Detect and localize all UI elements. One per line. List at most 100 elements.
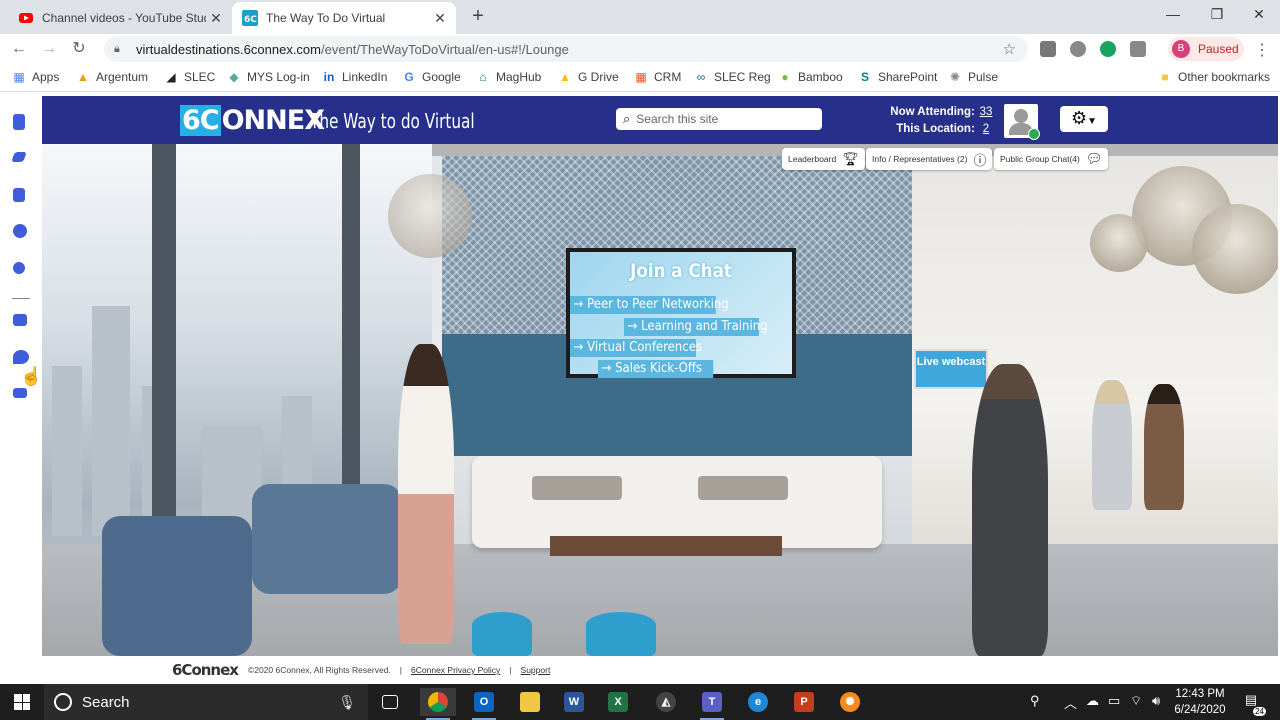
avatar-head bbox=[1014, 109, 1028, 123]
close-window-icon[interactable]: ✕ bbox=[1238, 0, 1280, 30]
site-logo[interactable]: 6C ONNEX bbox=[180, 105, 325, 136]
trophy-icon: 🏆︎ bbox=[842, 151, 859, 166]
menu-kebab-icon[interactable]: ⋮ bbox=[1254, 40, 1270, 60]
action-center-icon[interactable]: ▤ 24 bbox=[1240, 692, 1266, 716]
person-icon[interactable] bbox=[13, 262, 25, 274]
monitor-icon[interactable] bbox=[13, 388, 27, 398]
clock-time: 12:43 PM bbox=[1175, 688, 1225, 700]
separator: | bbox=[399, 665, 403, 675]
minimize-icon[interactable]: — bbox=[1152, 0, 1194, 30]
tab-the-way-to-do-virtual[interactable]: 6C The Way To Do Virtual ✕ bbox=[232, 2, 456, 34]
volume-icon[interactable]: 🔊︎ bbox=[1152, 693, 1160, 709]
outlook-taskbar-icon[interactable]: O bbox=[466, 688, 502, 720]
bookmark-google[interactable]: G Google bbox=[402, 70, 460, 84]
chevron-up-icon[interactable]: ︿ bbox=[1064, 693, 1077, 712]
settings-dropdown-button[interactable]: ⚙▼ bbox=[1060, 106, 1108, 132]
close-tab-icon[interactable]: ✕ bbox=[430, 10, 450, 27]
left-rail bbox=[0, 96, 42, 684]
profile-button[interactable]: B Paused bbox=[1168, 37, 1244, 61]
briefcase-icon[interactable] bbox=[13, 188, 25, 202]
cloud-tray-icon[interactable]: ☁ bbox=[1086, 693, 1099, 709]
document-icon[interactable] bbox=[13, 114, 25, 130]
bookmark-sharepoint[interactable]: S SharePoint bbox=[858, 70, 937, 84]
bookmark-maghub[interactable]: ⌂ MagHub bbox=[476, 70, 541, 84]
forward-arrow-icon[interactable]: → bbox=[38, 39, 60, 61]
bookmark-g-drive[interactable]: ▲ G Drive bbox=[558, 70, 619, 84]
bookmark-star-icon[interactable]: ☆ bbox=[1003, 40, 1016, 58]
bookmark-argentum[interactable]: ▲ Argentum bbox=[76, 70, 148, 84]
lock-icon[interactable]: 🔒︎ bbox=[114, 43, 128, 56]
extension-drive-icon[interactable] bbox=[1130, 41, 1146, 57]
restore-icon[interactable]: ❐ bbox=[1196, 0, 1238, 30]
tab-youtube-studio[interactable]: Channel videos - YouTube Studio ✕ bbox=[8, 2, 232, 34]
url-bar[interactable]: 🔒︎ virtualdestinations.6connex.com/event… bbox=[104, 36, 1028, 62]
person-woman bbox=[398, 344, 454, 644]
avatar: B bbox=[1172, 40, 1190, 58]
chrome-taskbar-icon[interactable] bbox=[420, 688, 456, 720]
file-explorer-icon[interactable] bbox=[512, 688, 548, 716]
taskbar-search[interactable]: Search 🎙︎ bbox=[44, 684, 368, 720]
mys-icon: ◆ bbox=[229, 70, 239, 84]
cortana-icon bbox=[54, 693, 72, 711]
join-a-chat-screen[interactable]: Join a Chat → Peer to Peer Networking → … bbox=[566, 248, 796, 378]
now-attending-count[interactable]: 33 bbox=[978, 104, 994, 121]
system-clock[interactable]: 12:43 PM 6/24/2020 bbox=[1168, 686, 1232, 718]
other-bookmarks[interactable]: ■ Other bookmarks bbox=[1158, 70, 1270, 84]
new-tab-button[interactable]: + bbox=[466, 4, 490, 28]
photos-taskbar-icon[interactable]: ◭ bbox=[648, 688, 684, 716]
bookmark-mys-log-in[interactable]: ◆ MYS Log-in bbox=[227, 70, 309, 84]
word-taskbar-icon[interactable]: W bbox=[556, 688, 592, 716]
excel-taskbar-icon[interactable]: X bbox=[600, 688, 636, 716]
people-icon[interactable] bbox=[13, 314, 27, 326]
powerpoint-taskbar-icon[interactable]: P bbox=[786, 688, 822, 716]
bookmark-bamboo[interactable]: ● Bamboo bbox=[778, 70, 842, 84]
battery-icon[interactable]: ▭ bbox=[1108, 693, 1120, 709]
close-tab-icon[interactable]: ✕ bbox=[206, 10, 226, 27]
people-tray-icon[interactable]: ⚲ bbox=[1030, 693, 1040, 709]
chat-icon[interactable] bbox=[13, 350, 29, 364]
wifi-icon[interactable]: ⌔ bbox=[1130, 693, 1142, 709]
tab-title: The Way To Do Virtual bbox=[266, 11, 386, 25]
bookmark-crm[interactable]: ▦ CRM bbox=[634, 70, 681, 84]
leaderboard-button[interactable]: Leaderboard 🏆︎ bbox=[782, 148, 865, 170]
bookmark-apps[interactable]: ▦ Apps bbox=[12, 70, 59, 84]
support-link[interactable]: Support bbox=[521, 665, 551, 675]
extension-g-icon[interactable] bbox=[1040, 41, 1056, 57]
microphone-icon[interactable]: 🎙︎ bbox=[338, 694, 356, 711]
site-search-input[interactable]: ⌕ Search this site bbox=[616, 108, 822, 130]
svg-text:6C: 6C bbox=[244, 15, 257, 25]
info-representatives-button[interactable]: Info / Representatives (2) ⓘ bbox=[866, 148, 993, 170]
screen-title: Join a Chat bbox=[630, 260, 732, 282]
screen-item: → Peer to Peer Networking bbox=[570, 296, 729, 314]
bookmark-slec-reg[interactable]: ∞ SLEC Reg bbox=[694, 70, 771, 84]
extension-green-icon[interactable] bbox=[1100, 41, 1116, 57]
bookmark-linkedin[interactable]: in LinkedIn bbox=[322, 70, 388, 84]
help-icon[interactable] bbox=[13, 224, 27, 238]
extension-circle-icon[interactable] bbox=[1070, 41, 1086, 57]
edge-taskbar-icon[interactable]: e bbox=[740, 688, 776, 716]
site-tagline: The Way to do Virtual bbox=[310, 109, 475, 133]
search-placeholder: Search this site bbox=[636, 112, 719, 126]
building bbox=[92, 306, 130, 536]
pen-icon[interactable] bbox=[11, 152, 27, 162]
bookmark-slec[interactable]: ◢ SLEC bbox=[164, 70, 215, 84]
building bbox=[52, 366, 82, 536]
teams-taskbar-icon[interactable]: T bbox=[694, 688, 730, 720]
this-location-count[interactable]: 2 bbox=[978, 121, 994, 138]
bookmark-pulse[interactable]: ✺ Pulse bbox=[948, 70, 998, 84]
coffee-table bbox=[550, 536, 782, 556]
back-arrow-icon[interactable]: ← bbox=[8, 39, 30, 61]
reload-icon[interactable]: ↻ bbox=[68, 39, 90, 61]
public-group-chat-button[interactable]: Public Group Chat(4) 💬︎ bbox=[994, 148, 1109, 170]
task-view-icon[interactable] bbox=[372, 688, 408, 716]
live-webcast-button[interactable]: Live webcast bbox=[914, 349, 988, 389]
gdrive-icon: ▲ bbox=[559, 70, 571, 84]
pulse-icon: ✺ bbox=[949, 70, 961, 84]
tab-title: Channel videos - YouTube Studio bbox=[42, 11, 206, 25]
screen-item: → Sales Kick-Offs bbox=[598, 360, 714, 378]
privacy-policy-link[interactable]: 6Connex Privacy Policy bbox=[411, 665, 500, 675]
search-icon: ⌕ bbox=[623, 111, 631, 126]
app-orange-taskbar-icon[interactable]: ✺ bbox=[832, 688, 868, 716]
user-avatar[interactable] bbox=[1004, 104, 1040, 140]
windows-start-icon[interactable] bbox=[14, 694, 30, 710]
